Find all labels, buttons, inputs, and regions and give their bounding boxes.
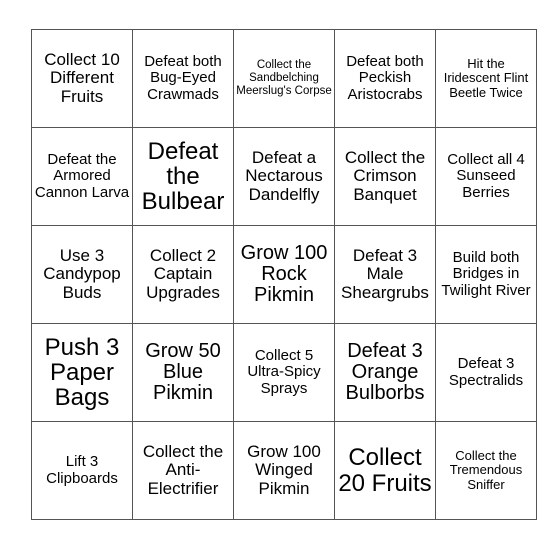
bingo-cell-label: Defeat the Armored Cannon Larva [34,150,130,201]
bingo-cell-label: Collect all 4 Sunseed Berries [447,150,525,201]
bingo-cell-r5-c5[interactable]: Collect the Tremendous Sniffer [435,421,537,520]
bingo-cell-label: Lift 3 Clipboards [46,453,118,487]
bingo-cell-label: Hit the Iridescent Flint Beetle Twice [443,56,529,100]
bingo-cell-label: Defeat the Bulbear [141,137,225,216]
bingo-cell-label: Collect 10 Different Fruits [44,49,120,106]
bingo-cell-r4-c5[interactable]: Defeat 3 Spectralids [435,323,537,422]
bingo-cell-r4-c4[interactable]: Defeat 3 Orange Bulborbs [334,323,436,422]
bingo-cell-r3-c5[interactable]: Build both Bridges in Twilight River [435,225,537,324]
bingo-cell-r4-c2[interactable]: Grow 50 Blue Pikmin [132,323,234,422]
bingo-cell-label: Defeat 3 Male Sheargrubs [341,245,429,302]
bingo-cell-label: Defeat both Bug-Eyed Crawmads [144,52,222,103]
bingo-cell-label: Build both Bridges in Twilight River [441,248,531,299]
bingo-cell-r2-c2[interactable]: Defeat the Bulbear [132,127,234,226]
bingo-card-body: Collect 10 Different Fruits Defeat both B… [31,29,537,520]
bingo-cell-label: Grow 100 Winged Pikmin [247,441,321,498]
bingo-cell-label: Defeat 3 Orange Bulborbs [345,339,425,405]
bingo-cell-label: Collect 2 Captain Upgrades [146,245,220,302]
bingo-cell-r2-c1[interactable]: Defeat the Armored Cannon Larva [31,127,133,226]
bingo-cell-r5-c2[interactable]: Collect the Anti-Electrifier [132,421,234,520]
bingo-row: Collect 10 Different Fruits Defeat both B… [31,29,537,128]
bingo-cell-label: Push 3 Paper Bags [44,333,120,412]
bingo-cell-r1-c3[interactable]: Collect the Sandbelching Meerslug's Corp… [233,29,335,128]
bingo-cell-r4-c3[interactable]: Collect 5 Ultra-Spicy Sprays [233,323,335,422]
bingo-cell-r1-c5[interactable]: Hit the Iridescent Flint Beetle Twice [435,29,537,128]
bingo-row: Use 3 Candypop Buds Collect 2 Captain Upg… [31,225,537,324]
bingo-cell-label: Defeat a Nectarous Dandelfly [245,147,323,204]
bingo-cell-r3-c3[interactable]: Grow 100 Rock Pikmin [233,225,335,324]
bingo-cell-r5-c3[interactable]: Grow 100 Winged Pikmin [233,421,335,520]
bingo-cell-r1-c1[interactable]: Collect 10 Different Fruits [31,29,133,128]
bingo-cell-label: Collect the Tremendous Sniffer [449,448,523,492]
bingo-cell-label: Defeat both Peckish Aristocrabs [346,52,424,103]
bingo-cell-label: Collect 20 Fruits [338,444,432,497]
bingo-cell-r4-c1[interactable]: Push 3 Paper Bags [31,323,133,422]
bingo-cell-r3-c1[interactable]: Use 3 Candypop Buds [31,225,133,324]
bingo-cell-label: Collect the Sandbelching Meerslug's Corp… [236,59,332,97]
bingo-cell-label: Defeat 3 Spectralids [448,355,524,389]
bingo-cell-label: Collect the Anti-Electrifier [142,441,224,498]
bingo-cell-label: Grow 100 Rock Pikmin [240,241,328,307]
bingo-cell-r1-c2[interactable]: Defeat both Bug-Eyed Crawmads [132,29,234,128]
bingo-cell-label: Grow 50 Blue Pikmin [145,339,221,405]
bingo-row: Lift 3 Clipboards Collect the Anti-Electr… [31,421,537,520]
bingo-cell-r3-c2[interactable]: Collect 2 Captain Upgrades [132,225,234,324]
bingo-cell-label: Collect 5 Ultra-Spicy Sprays [247,346,321,397]
bingo-cell-label: Use 3 Candypop Buds [43,245,121,302]
bingo-card-grid: Collect 10 Different Fruits Defeat both B… [31,29,537,520]
bingo-cell-r3-c4[interactable]: Defeat 3 Male Sheargrubs [334,225,436,324]
bingo-cell-r2-c4[interactable]: Collect the Crimson Banquet [334,127,436,226]
bingo-cell-r2-c5[interactable]: Collect all 4 Sunseed Berries [435,127,537,226]
bingo-row: Push 3 Paper Bags Grow 50 Blue Pikmin Coll… [31,323,537,422]
bingo-row: Defeat the Armored Cannon Larva Defeat th… [31,127,537,226]
bingo-cell-label: Collect the Crimson Banquet [344,147,426,204]
bingo-cell-r2-c3[interactable]: Defeat a Nectarous Dandelfly [233,127,335,226]
bingo-cell-r5-c4[interactable]: Collect 20 Fruits [334,421,436,520]
bingo-cell-r5-c1[interactable]: Lift 3 Clipboards [31,421,133,520]
bingo-cell-r1-c4[interactable]: Defeat both Peckish Aristocrabs [334,29,436,128]
